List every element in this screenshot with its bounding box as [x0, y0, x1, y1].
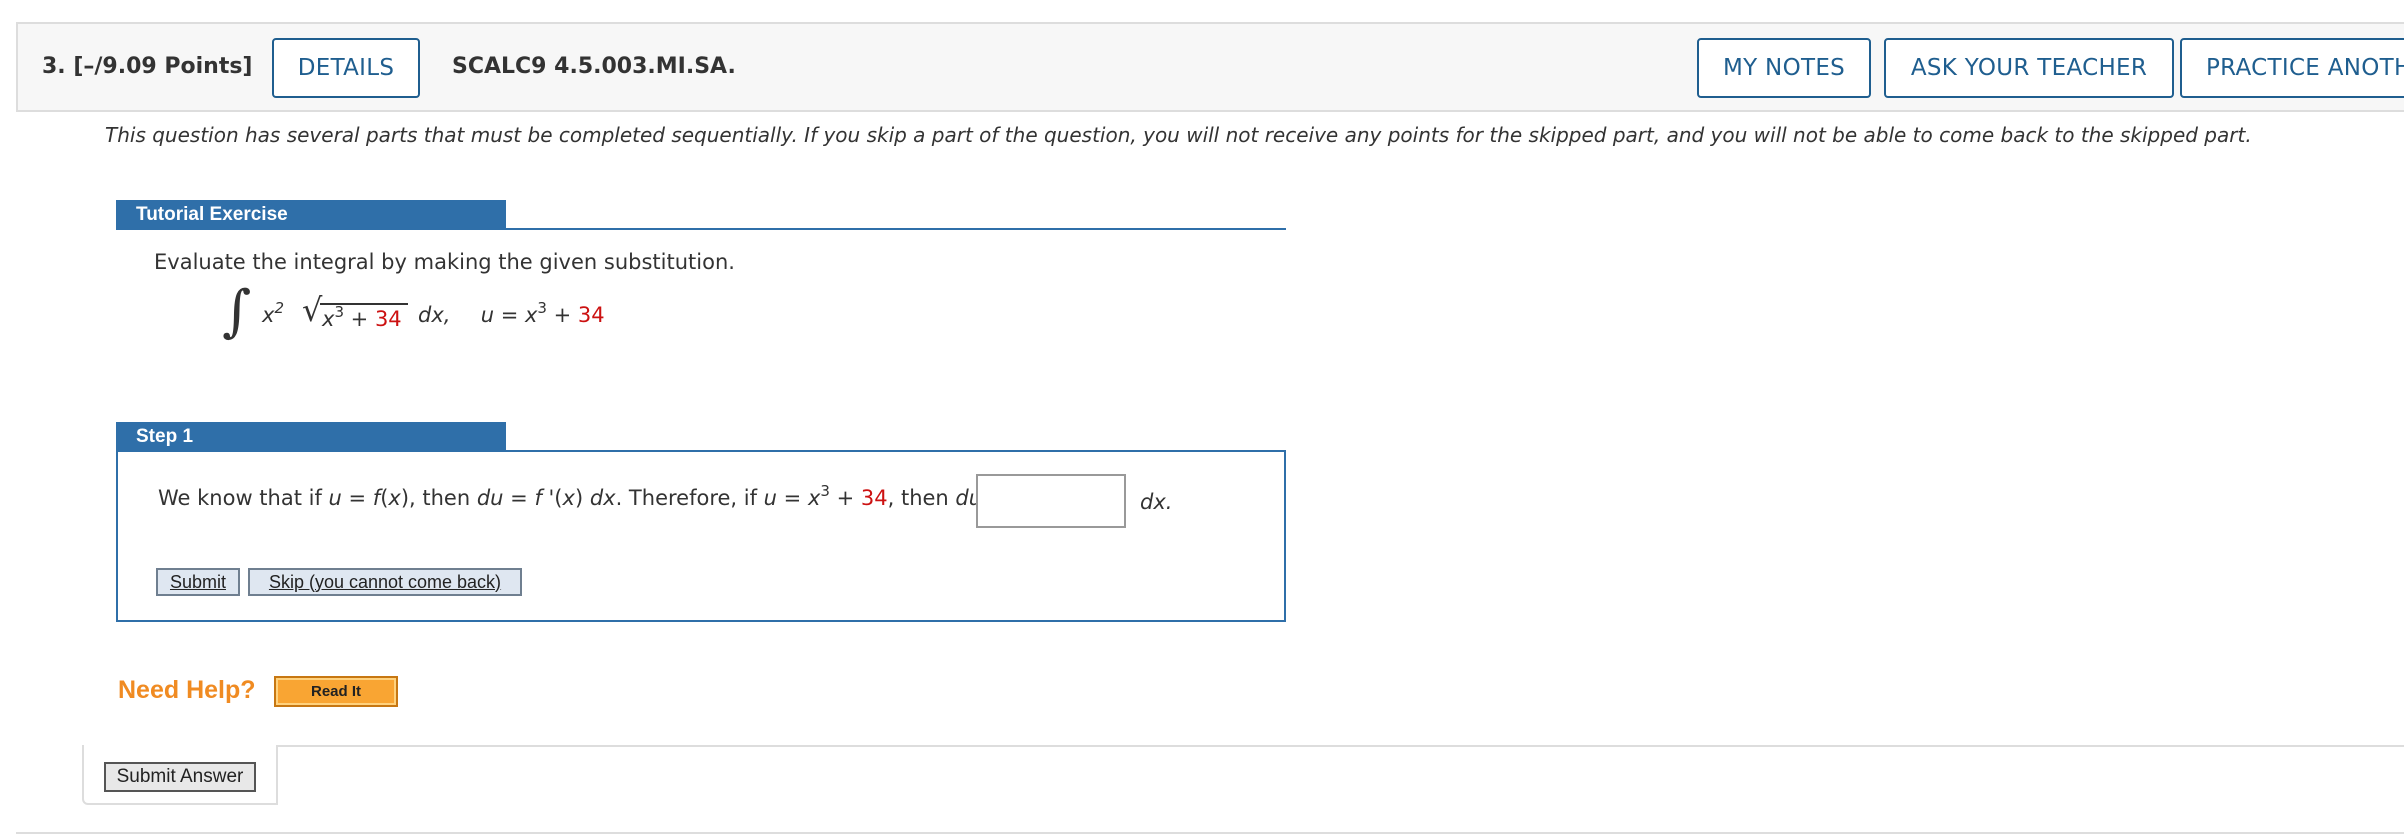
- step-submit-button[interactable]: Submit: [156, 568, 240, 596]
- step-1-title: Step 1: [116, 422, 506, 452]
- question-number: 3.: [42, 54, 66, 79]
- read-it-button[interactable]: Read It: [274, 676, 398, 707]
- details-button[interactable]: DETAILS: [272, 38, 420, 98]
- need-help-label: Need Help?: [118, 676, 256, 704]
- tutorial-divider: [116, 228, 1286, 230]
- sequential-parts-notice: This question has several parts that mus…: [105, 123, 2252, 147]
- ask-your-teacher-button[interactable]: ASK YOUR TEACHER: [1884, 38, 2174, 98]
- dx-suffix: dx.: [1140, 490, 1173, 514]
- tutorial-instruction: Evaluate the integral by making the give…: [154, 250, 735, 274]
- question-header: 3. [–/9.09 Points] DETAILS SCALC9 4.5.00…: [16, 22, 2404, 112]
- square-root-icon: √: [302, 291, 323, 329]
- differential: dx,: [418, 303, 451, 327]
- integrand-base: x2: [262, 299, 284, 328]
- practice-another-button[interactable]: PRACTICE ANOTH: [2180, 38, 2404, 98]
- radicand: x3 + 34: [322, 303, 402, 332]
- question-number-points: 3. [–/9.09 Points]: [42, 54, 252, 79]
- integral-sign-icon: ∫: [222, 279, 252, 344]
- step-1-text: We know that if u = f(x), then du = f '(…: [158, 482, 1006, 511]
- submit-answer-button[interactable]: Submit Answer: [104, 762, 256, 792]
- footer-divider: [278, 745, 2404, 747]
- tutorial-exercise-title: Tutorial Exercise: [116, 200, 506, 230]
- step-1-box: We know that if u = f(x), then du = f '(…: [116, 450, 1286, 622]
- question-points: [–/9.09 Points]: [73, 54, 253, 79]
- question-code: SCALC9 4.5.003.MI.SA.: [452, 54, 736, 79]
- my-notes-button[interactable]: MY NOTES: [1697, 38, 1871, 98]
- substitution: u = x3 + 34: [480, 299, 605, 328]
- skip-step-button[interactable]: Skip (you cannot come back): [248, 568, 522, 596]
- question-bottom-rule: [16, 832, 2404, 834]
- du-answer-input[interactable]: [976, 474, 1126, 528]
